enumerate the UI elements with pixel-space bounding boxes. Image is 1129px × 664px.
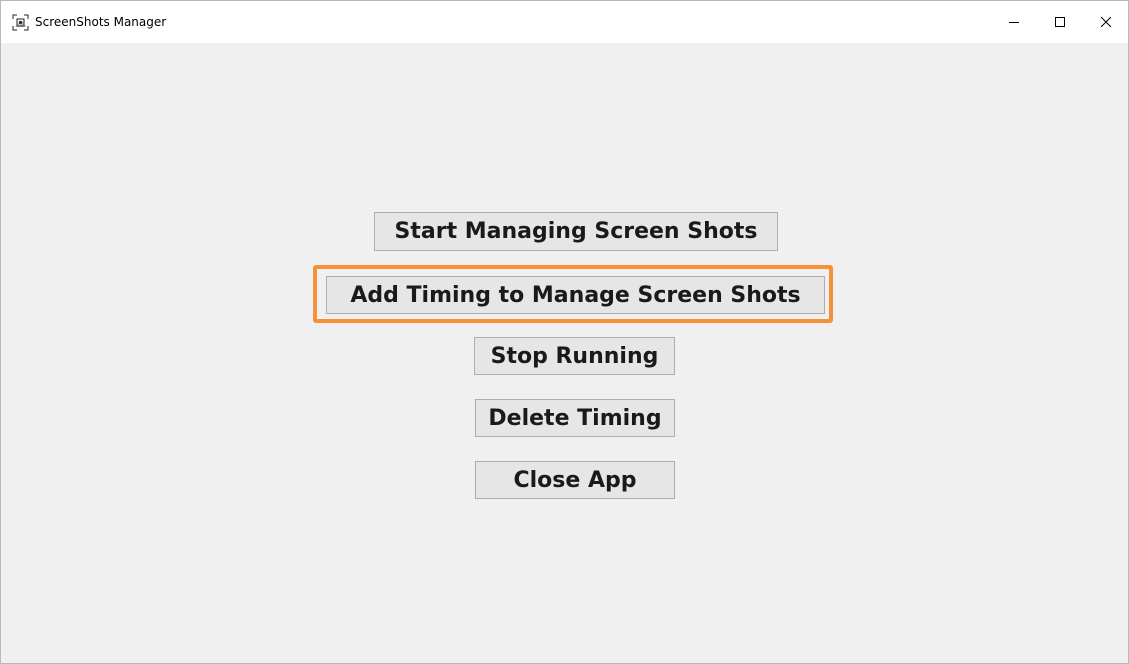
close-icon — [1101, 17, 1111, 27]
close-window-button[interactable] — [1083, 1, 1129, 43]
app-window: ScreenShots Manager Start Managing Scree… — [0, 0, 1129, 664]
maximize-icon — [1055, 17, 1065, 27]
main-panel: Start Managing Screen Shots Add Timing t… — [1, 43, 1128, 663]
close-app-button[interactable]: Close App — [475, 461, 675, 499]
minimize-icon — [1009, 17, 1019, 27]
add-timing-button[interactable]: Add Timing to Manage Screen Shots — [326, 276, 825, 314]
maximize-button[interactable] — [1037, 1, 1083, 43]
title-bar[interactable]: ScreenShots Manager — [1, 1, 1128, 43]
screenshot-app-icon — [12, 14, 29, 31]
stop-running-button[interactable]: Stop Running — [474, 337, 675, 375]
delete-timing-button[interactable]: Delete Timing — [475, 399, 675, 437]
minimize-button[interactable] — [991, 1, 1037, 43]
start-managing-button[interactable]: Start Managing Screen Shots — [374, 212, 778, 251]
window-title: ScreenShots Manager — [35, 15, 167, 29]
